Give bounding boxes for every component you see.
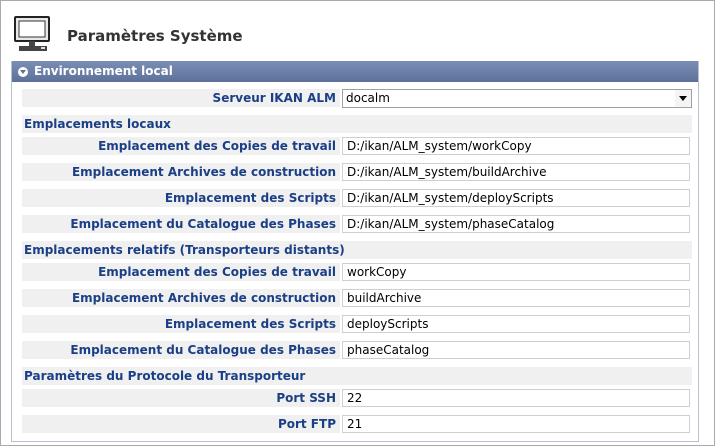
system-settings-window: Paramètres Système Environnement local S… [0,0,715,446]
ftp-port-input[interactable] [342,415,690,433]
field-label: Emplacement des Scripts [22,315,340,333]
server-row: Serveur IKAN ALM docalm [22,88,692,110]
field-label: Port FTP [22,415,340,433]
protocol-row-ssh: Port SSH [22,388,692,410]
field-label: Emplacement Archives de construction [22,289,340,307]
server-select-value: docalm [346,91,390,105]
server-label: Serveur IKAN ALM [22,89,340,107]
field-label: Port SSH [22,389,340,407]
local-row-phasecatalog: Emplacement du Catalogue des Phases [22,214,692,236]
collapse-toggle-icon[interactable] [18,66,28,77]
server-select[interactable]: docalm [342,89,692,108]
relative-row-workcopy: Emplacement des Copies de travail [22,262,692,284]
local-row-buildarchive: Emplacement Archives de construction [22,162,692,184]
local-scripts-input[interactable] [342,189,690,207]
chevron-down-icon[interactable] [675,90,691,107]
computer-monitor-icon [14,16,50,51]
page-header: Paramètres Système [11,11,701,59]
local-row-scripts: Emplacement des Scripts [22,188,692,210]
panel-title: Environnement local [34,64,173,78]
section-relative-locations: Emplacements relatifs (Transporteurs dis… [22,241,692,259]
field-label: Emplacement des Copies de travail [22,263,340,281]
section-local-locations: Emplacements locaux [22,115,692,133]
ssh-port-input[interactable] [342,389,690,407]
field-label: Emplacement des Scripts [22,189,340,207]
relative-row-phasecatalog: Emplacement du Catalogue des Phases [22,340,692,362]
relative-scripts-input[interactable] [342,315,690,333]
relative-row-buildarchive: Emplacement Archives de construction [22,288,692,310]
field-label: Emplacement du Catalogue des Phases [22,341,340,359]
local-environment-panel: Environnement local Serveur IKAN ALM doc… [11,61,699,442]
page-title: Paramètres Système [67,27,243,45]
panel-header[interactable]: Environnement local [12,61,698,82]
local-row-workcopy: Emplacement des Copies de travail [22,136,692,158]
relative-phasecatalog-input[interactable] [342,341,690,359]
relative-workcopy-input[interactable] [342,263,690,281]
local-phasecatalog-input[interactable] [342,215,690,233]
field-label: Emplacement Archives de construction [22,163,340,181]
local-workcopy-input[interactable] [342,137,690,155]
section-transporter-protocol: Paramètres du Protocole du Transporteur [22,367,692,385]
local-buildarchive-input[interactable] [342,163,690,181]
field-label: Emplacement du Catalogue des Phases [22,215,340,233]
relative-buildarchive-input[interactable] [342,289,690,307]
relative-row-scripts: Emplacement des Scripts [22,314,692,336]
field-label: Emplacement des Copies de travail [22,137,340,155]
protocol-row-ftp: Port FTP [22,414,692,436]
